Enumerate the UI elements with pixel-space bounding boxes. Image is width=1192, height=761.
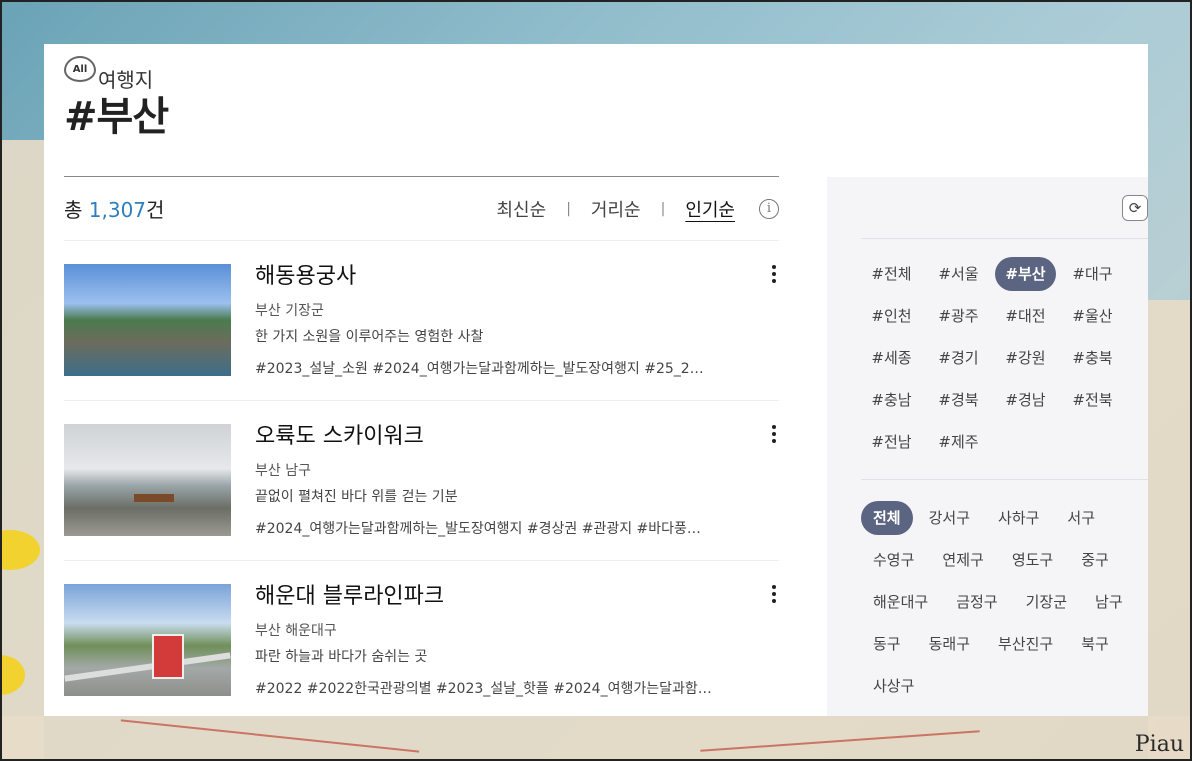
item-description: 파란 하늘과 바다가 숨쉬는 곳 (255, 649, 428, 665)
region-tag-ulsan[interactable]: #울산 (1062, 299, 1123, 333)
district-tag[interactable]: 동구 (861, 627, 913, 661)
region-tag-daegu[interactable]: #대구 (1062, 257, 1123, 291)
region-tag-daejeon[interactable]: #대전 (995, 299, 1056, 333)
region-tag-chungnam[interactable]: #충남 (861, 383, 922, 417)
page-header: All 여행지 #부산 (64, 56, 169, 142)
list-item[interactable]: 해운대 블루라인파크 부산 해운대구 파란 하늘과 바다가 숨쉬는 곳 #202… (64, 561, 779, 716)
item-tags[interactable]: #2024_여행가는달과함께하는_발도장여행지 #경상권 #관광지 #바다풍… (255, 518, 755, 538)
district-tag[interactable]: 기장군 (1014, 585, 1079, 619)
sort-options: 최신순 | 거리순 | 인기순 i (497, 196, 779, 222)
region-tag-jeju[interactable]: #제주 (928, 425, 989, 459)
region-tag-gangwon[interactable]: #강원 (995, 341, 1056, 375)
item-location: 부산 기장군 (255, 303, 324, 319)
item-tags[interactable]: #2022 #2022한국관광의별 #2023_설날_핫플 #2024_여행가는… (255, 678, 755, 698)
map-land-right (1148, 300, 1192, 761)
item-tags[interactable]: #2023_설날_소원 #2024_여행가는달과함께하는_발도장여행지 #25_… (255, 358, 755, 378)
district-tag[interactable]: 북구 (1069, 627, 1121, 661)
district-tag[interactable]: 남구 (1083, 585, 1135, 619)
region-tag-jeonnam[interactable]: #전남 (861, 425, 922, 459)
rail-shape (64, 652, 231, 682)
district-tag[interactable]: 영도구 (1000, 543, 1065, 577)
category-label: 여행지 (98, 68, 154, 92)
refresh-icon[interactable]: ⟳ (1122, 195, 1148, 221)
district-tag[interactable]: 수영구 (861, 543, 926, 577)
more-icon[interactable] (769, 265, 779, 283)
item-description: 한 가지 소원을 이루어주는 영험한 사찰 (255, 329, 484, 345)
all-speech-icon: All (64, 56, 96, 82)
district-tag[interactable]: 강서구 (917, 501, 982, 535)
result-count: 총 1,307건 (64, 194, 164, 223)
region-tag-seoul[interactable]: #서울 (928, 257, 989, 291)
sort-separator: | (566, 200, 571, 217)
sort-popular[interactable]: 인기순 (685, 196, 735, 222)
district-tag[interactable]: 부산진구 (986, 627, 1065, 661)
filter-divider (861, 479, 1148, 480)
region-tag-gyeonggi[interactable]: #경기 (928, 341, 989, 375)
item-thumbnail[interactable] (64, 584, 231, 696)
item-info: 오륙도 스카이워크 부산 남구 끝없이 펼쳐진 바다 위를 걷는 기분 #202… (255, 424, 779, 538)
region-tag-gyeongbuk[interactable]: #경북 (928, 383, 989, 417)
district-tag[interactable]: 서구 (1055, 501, 1107, 535)
bench-shape (134, 494, 174, 502)
item-description: 끝없이 펼쳐진 바다 위를 걷는 기분 (255, 489, 458, 505)
count-number: 1,307 (88, 198, 147, 222)
region-tag-busan[interactable]: #부산 (995, 257, 1056, 291)
district-tag[interactable]: 사하구 (986, 501, 1051, 535)
more-icon[interactable] (769, 585, 779, 603)
district-tag[interactable]: 해운대구 (861, 585, 940, 619)
sort-latest[interactable]: 최신순 (497, 196, 547, 222)
region-tag-jeonbuk[interactable]: #전북 (1062, 383, 1123, 417)
count-suffix: 건 (146, 198, 165, 222)
result-toolbar: 총 1,307건 최신순 | 거리순 | 인기순 i (64, 177, 779, 241)
list-item[interactable]: 오륙도 스카이워크 부산 남구 끝없이 펼쳐진 바다 위를 걷는 기분 #202… (64, 401, 779, 561)
sort-separator: | (660, 200, 666, 217)
district-tag[interactable]: 사상구 (861, 669, 926, 703)
content-card: All 여행지 #부산 총 1,307건 최신순 | 거리순 | 인기순 i 해… (44, 44, 1148, 716)
count-prefix: 총 (64, 198, 83, 222)
region-tag-chungbuk[interactable]: #충북 (1062, 341, 1123, 375)
more-icon[interactable] (769, 425, 779, 443)
region-tag-gyeongnam[interactable]: #경남 (995, 383, 1056, 417)
district-tag[interactable]: 연제구 (930, 543, 995, 577)
item-thumbnail[interactable] (64, 264, 231, 376)
map-land-bottom (0, 716, 1192, 761)
filter-panel: ⟳ #전체 #서울 #부산 #대구 #인천 #광주 #대전 #울산 #세종 #경… (827, 177, 1148, 716)
sort-distance[interactable]: 거리순 (591, 196, 641, 222)
result-list-panel: 총 1,307건 최신순 | 거리순 | 인기순 i 해동용궁사 부산 기장군 … (64, 177, 779, 716)
district-tag[interactable]: 금정구 (944, 585, 1009, 619)
map-label: Piau (1134, 732, 1184, 757)
item-info: 해운대 블루라인파크 부산 해운대구 파란 하늘과 바다가 숨쉬는 곳 #202… (255, 584, 779, 698)
district-tags: 전체 강서구 사하구 서구 수영구 연제구 영도구 중구 해운대구 금정구 기장… (861, 501, 1147, 703)
list-item[interactable]: 해동용궁사 부산 기장군 한 가지 소원을 이루어주는 영험한 사찰 #2023… (64, 241, 779, 401)
item-title[interactable]: 해운대 블루라인파크 (255, 578, 779, 610)
tram-shape (152, 634, 184, 679)
district-tag[interactable]: 중구 (1069, 543, 1121, 577)
item-thumbnail[interactable] (64, 424, 231, 536)
item-location: 부산 남구 (255, 463, 311, 479)
region-tag-gwangju[interactable]: #광주 (928, 299, 989, 333)
item-info: 해동용궁사 부산 기장군 한 가지 소원을 이루어주는 영험한 사찰 #2023… (255, 264, 779, 378)
region-tags: #전체 #서울 #부산 #대구 #인천 #광주 #대전 #울산 #세종 #경기 … (861, 257, 1141, 459)
region-tag-all[interactable]: #전체 (861, 257, 922, 291)
item-location: 부산 해운대구 (255, 623, 337, 639)
district-tag-all[interactable]: 전체 (861, 501, 913, 535)
district-tag[interactable]: 동래구 (917, 627, 982, 661)
info-icon[interactable]: i (759, 198, 779, 219)
item-title[interactable]: 오륙도 스카이워크 (255, 418, 779, 450)
filter-divider (861, 238, 1148, 239)
item-title[interactable]: 해동용궁사 (255, 258, 779, 290)
region-tag-incheon[interactable]: #인천 (861, 299, 922, 333)
region-tag-sejong[interactable]: #세종 (861, 341, 922, 375)
